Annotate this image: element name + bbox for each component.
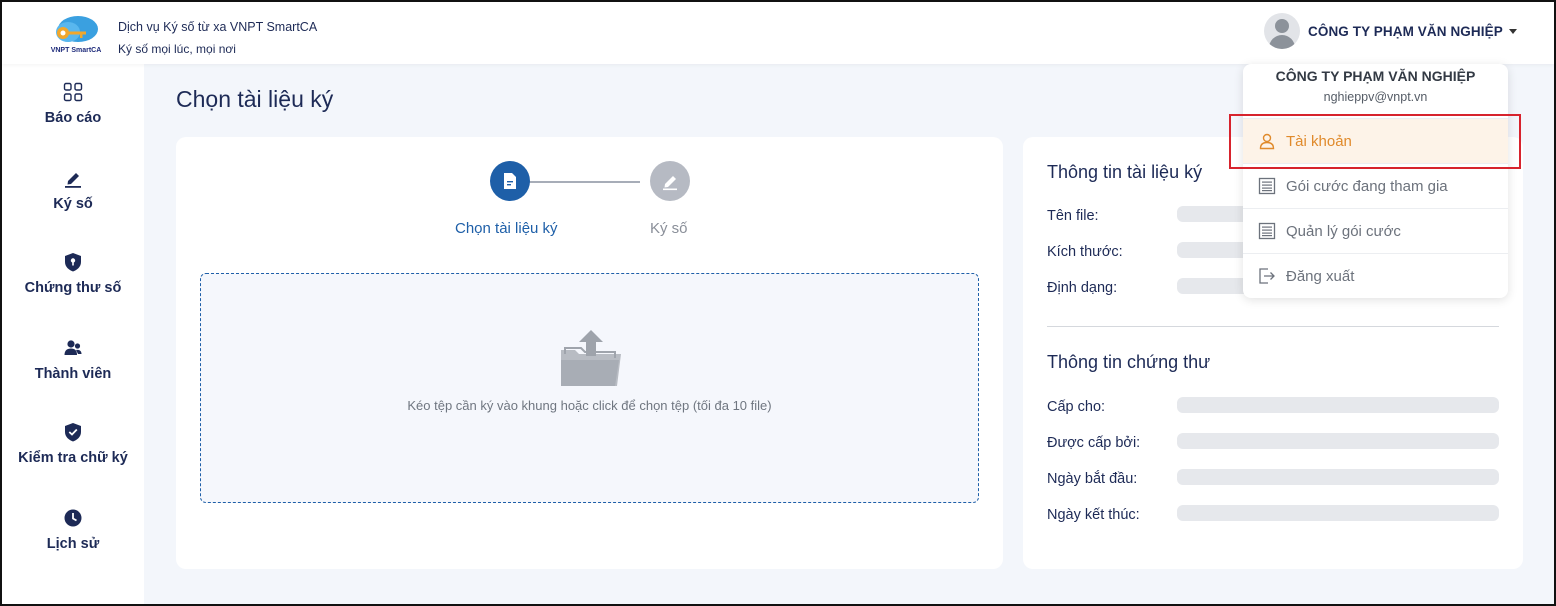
user-dropdown-menu: CÔNG TY PHẠM VĂN NGHIỆP nghieppv@vnpt.vn… [1243,64,1508,298]
vnpt-smartca-logo[interactable]: VNPT SmartCA [48,12,104,56]
sidebar-item-label: Lịch sử [46,536,100,552]
dropdown-user-name: CÔNG TY PHẠM VĂN NGHIỆP [1275,68,1476,84]
list-doc-icon [1258,177,1276,195]
document-icon [504,173,516,189]
sidebar-item-ky-so[interactable]: Ký số [2,168,144,212]
menu-item-label: Tài khoản [1286,132,1352,150]
pen-icon [65,173,81,188]
avatar[interactable] [1264,13,1300,49]
logo-text: VNPT SmartCA [51,47,102,54]
brand-subtitle: Ký số mọi lúc, mọi nơi [118,42,236,56]
sidebar-item-bao-cao[interactable]: Báo cáo [2,82,144,126]
app-frame: VNPT SmartCA Dịch vụ Ký số từ xa VNPT Sm… [0,0,1556,606]
value-placeholder [1177,469,1499,485]
menu-item-account[interactable]: Tài khoản [1243,118,1508,163]
menu-item-label: Gói cước đang tham gia [1286,177,1448,195]
clock-icon [64,509,82,527]
sidebar-item-chung-thu-so[interactable]: Chứng thư số [2,252,144,296]
field-label-start-date: Ngày bắt đầu: [1047,471,1138,487]
step-2-label[interactable]: Ký số [650,220,688,237]
sidebar-item-lich-su[interactable]: Lịch sử [2,508,144,552]
sidebar-item-thanh-vien[interactable]: Thành viên [2,338,144,382]
caret-down-icon[interactable] [1508,28,1517,34]
menu-item-manage-plans[interactable]: Quản lý gói cước [1243,208,1508,253]
menu-item-logout[interactable]: Đăng xuất [1243,253,1508,298]
logout-icon [1259,268,1275,284]
dropzone-text: Kéo tệp cần ký vào khung hoặc click để c… [407,398,772,413]
field-label-format: Định dạng: [1047,280,1118,296]
grid-icon [63,82,83,102]
user-icon [1259,133,1275,150]
sidebar-item-label: Báo cáo [44,110,102,126]
sidebar-item-label: Thành viên [34,366,112,382]
pen-icon [663,176,677,191]
menu-item-label: Quản lý gói cước [1286,222,1401,240]
upload-folder-icon [561,330,621,386]
sidebar-item-kiem-tra-chu-ky[interactable]: Kiểm tra chữ ký [2,422,144,466]
value-placeholder [1177,397,1499,413]
step-2-indicator[interactable] [650,161,690,201]
value-placeholder [1177,505,1499,521]
doc-info-title: Thông tin tài liệu ký [1047,162,1203,182]
menu-item-current-plans[interactable]: Gói cước đang tham gia [1243,163,1508,208]
menu-item-label: Đăng xuất [1286,267,1355,285]
field-label-issued-to: Cấp cho: [1047,399,1106,415]
user-menu-button[interactable]: CÔNG TY PHẠM VĂN NGHIỆP [1264,13,1517,49]
cert-info-title: Thông tin chứng thư [1047,352,1211,372]
field-label-file-name: Tên file: [1047,208,1099,224]
users-icon [64,340,82,355]
brand-title: Dịch vụ Ký số từ xa VNPT SmartCA [118,20,318,34]
upload-card: Chọn tài liệu ký Ký số Kéo tệp cần ký và… [176,137,1003,569]
list-doc-icon [1258,222,1276,240]
field-label-file-size: Kích thước: [1047,244,1123,260]
shield-check-icon [65,423,81,442]
field-label-issued-by: Được cấp bởi: [1047,435,1141,451]
value-placeholder [1177,433,1499,449]
user-name[interactable]: CÔNG TY PHẠM VĂN NGHIỆP [1308,24,1503,39]
section-divider [1047,326,1499,327]
sidebar-item-label: Chứng thư số [24,280,122,296]
field-label-end-date: Ngày kết thúc: [1047,507,1140,523]
top-header: VNPT SmartCA Dịch vụ Ký số từ xa VNPT Sm… [2,2,1554,64]
shield-lock-icon [65,253,81,272]
sidebar-item-label: Kiểm tra chữ ký [18,450,128,466]
page-title: Chọn tài liệu ký [176,86,334,112]
step-1-label[interactable]: Chọn tài liệu ký [455,220,558,237]
file-dropzone[interactable]: Kéo tệp cần ký vào khung hoặc click để c… [200,273,979,503]
step-1-indicator[interactable] [490,161,530,201]
sidebar-item-label: Ký số [53,196,93,212]
dropdown-user-email: nghieppv@vnpt.vn [1323,90,1428,104]
sidebar: Báo cáo Ký số Chứng thư số Thành viên Ki… [2,64,144,604]
